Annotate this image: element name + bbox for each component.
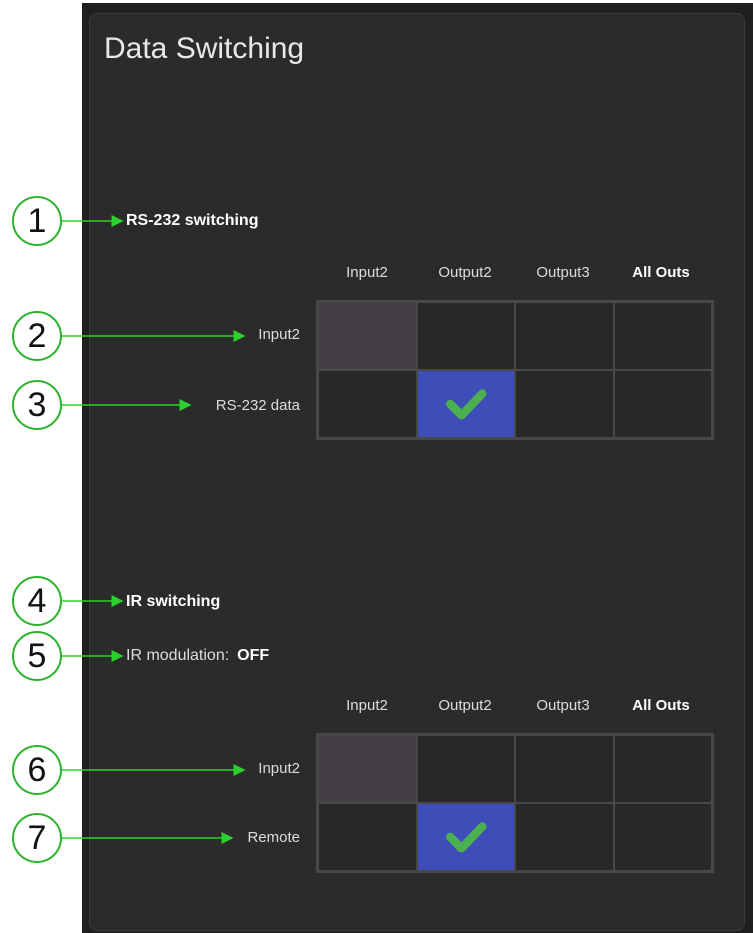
- callout-1: 1: [12, 196, 62, 246]
- callout-4: 4: [12, 576, 62, 626]
- callout-arrows: [62, 215, 246, 844]
- callout-6: 6: [12, 745, 62, 795]
- callout-2: 2: [12, 311, 62, 361]
- callout-3: 3: [12, 380, 62, 430]
- callout-5: 5: [12, 631, 62, 681]
- callout-7: 7: [12, 813, 62, 863]
